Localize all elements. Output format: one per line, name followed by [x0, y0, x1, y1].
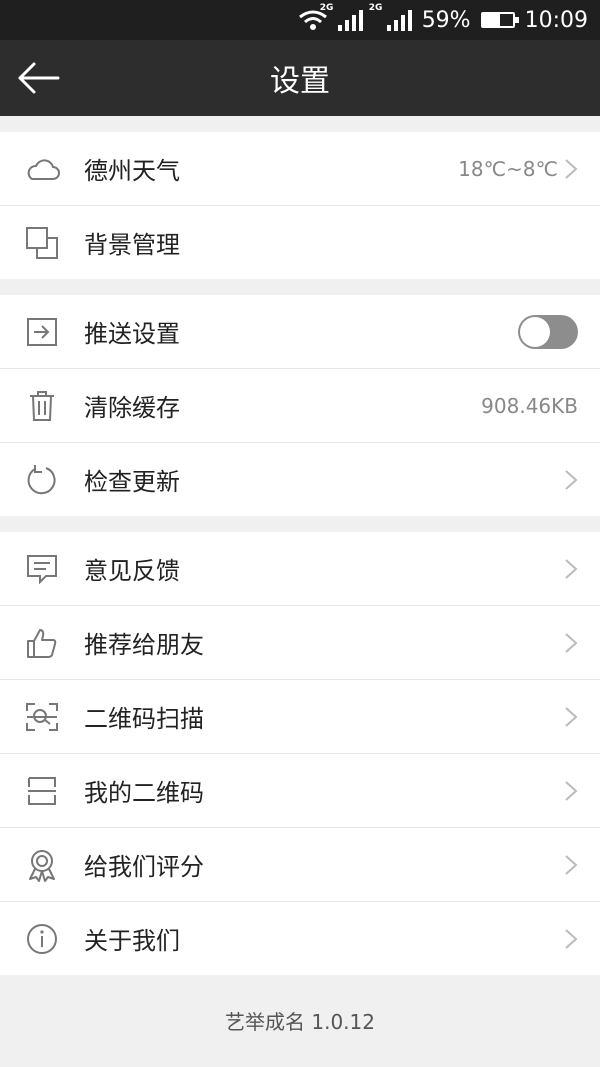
- network-type-2: 2G: [368, 3, 383, 13]
- rate-us-label: 给我们评分: [84, 853, 204, 881]
- cache-size: 908.46KB: [481, 393, 578, 418]
- settings-section-1: 德州天气 18℃~8℃ 背景管理: [0, 132, 600, 279]
- qrcode-icon: [24, 773, 60, 809]
- clear-cache-item[interactable]: 清除缓存 908.46KB: [0, 369, 600, 443]
- weather-label: 德州天气: [84, 157, 180, 185]
- push-icon: [24, 314, 60, 350]
- background-label: 背景管理: [84, 231, 180, 259]
- qr-scan-label: 二维码扫描: [84, 705, 204, 733]
- push-settings-label: 推送设置: [84, 320, 180, 348]
- app-version: 艺举成名 1.0.12: [0, 975, 600, 1065]
- signal-icon-2: 2G: [369, 3, 412, 31]
- feedback-label: 意见反馈: [84, 557, 180, 585]
- chevron-right-icon: [565, 158, 578, 179]
- rate-us-item[interactable]: 给我们评分: [0, 828, 600, 902]
- network-type-1: 2G: [319, 3, 334, 13]
- about-us-label: 关于我们: [84, 927, 180, 955]
- scan-icon: [24, 699, 60, 735]
- back-arrow-icon[interactable]: [14, 58, 62, 98]
- layers-icon: [24, 225, 60, 261]
- thumbs-up-icon: [24, 625, 60, 661]
- info-icon: [24, 921, 60, 957]
- cloud-icon: [24, 151, 60, 187]
- feedback-item[interactable]: 意见反馈: [0, 532, 600, 606]
- my-qrcode-item[interactable]: 我的二维码: [0, 754, 600, 828]
- chevron-right-icon: [565, 780, 578, 801]
- recommend-item[interactable]: 推荐给朋友: [0, 606, 600, 680]
- settings-section-2: 推送设置 清除缓存 908.46KB 检查更新: [0, 295, 600, 516]
- push-toggle[interactable]: [518, 314, 578, 349]
- check-update-item[interactable]: 检查更新: [0, 443, 600, 516]
- clock: 10:09: [524, 7, 588, 33]
- battery-percent: 59%: [421, 7, 471, 33]
- battery-icon: [480, 12, 519, 28]
- section-gap: [0, 279, 600, 295]
- settings-section-3: 意见反馈 推荐给朋友 二维码扫描 我的二维码 给我们评分 关于我们: [0, 532, 600, 975]
- qr-scan-item[interactable]: 二维码扫描: [0, 680, 600, 754]
- award-icon: [24, 847, 60, 883]
- app-header: 设置: [0, 40, 600, 116]
- section-gap: [0, 116, 600, 132]
- chevron-right-icon: [565, 632, 578, 653]
- section-gap: [0, 516, 600, 532]
- chevron-right-icon: [565, 928, 578, 949]
- background-item[interactable]: 背景管理: [0, 206, 600, 279]
- trash-icon: [24, 388, 60, 424]
- weather-item[interactable]: 德州天气 18℃~8℃: [0, 132, 600, 206]
- push-settings-item: 推送设置: [0, 295, 600, 369]
- chevron-right-icon: [565, 469, 578, 490]
- chevron-right-icon: [565, 854, 578, 875]
- chevron-right-icon: [565, 706, 578, 727]
- page-title: 设置: [270, 64, 330, 99]
- feedback-icon: [24, 551, 60, 587]
- chevron-right-icon: [565, 558, 578, 579]
- refresh-icon: [24, 462, 60, 498]
- clear-cache-label: 清除缓存: [84, 394, 180, 422]
- status-bar: 2G 2G 59% 10:09: [0, 0, 600, 40]
- weather-value: 18℃~8℃: [458, 156, 558, 181]
- signal-icon-1: 2G: [320, 3, 363, 31]
- toggle-knob: [520, 316, 550, 347]
- check-update-label: 检查更新: [84, 468, 180, 496]
- recommend-label: 推荐给朋友: [84, 631, 204, 659]
- my-qrcode-label: 我的二维码: [84, 779, 204, 807]
- about-us-item[interactable]: 关于我们: [0, 902, 600, 975]
